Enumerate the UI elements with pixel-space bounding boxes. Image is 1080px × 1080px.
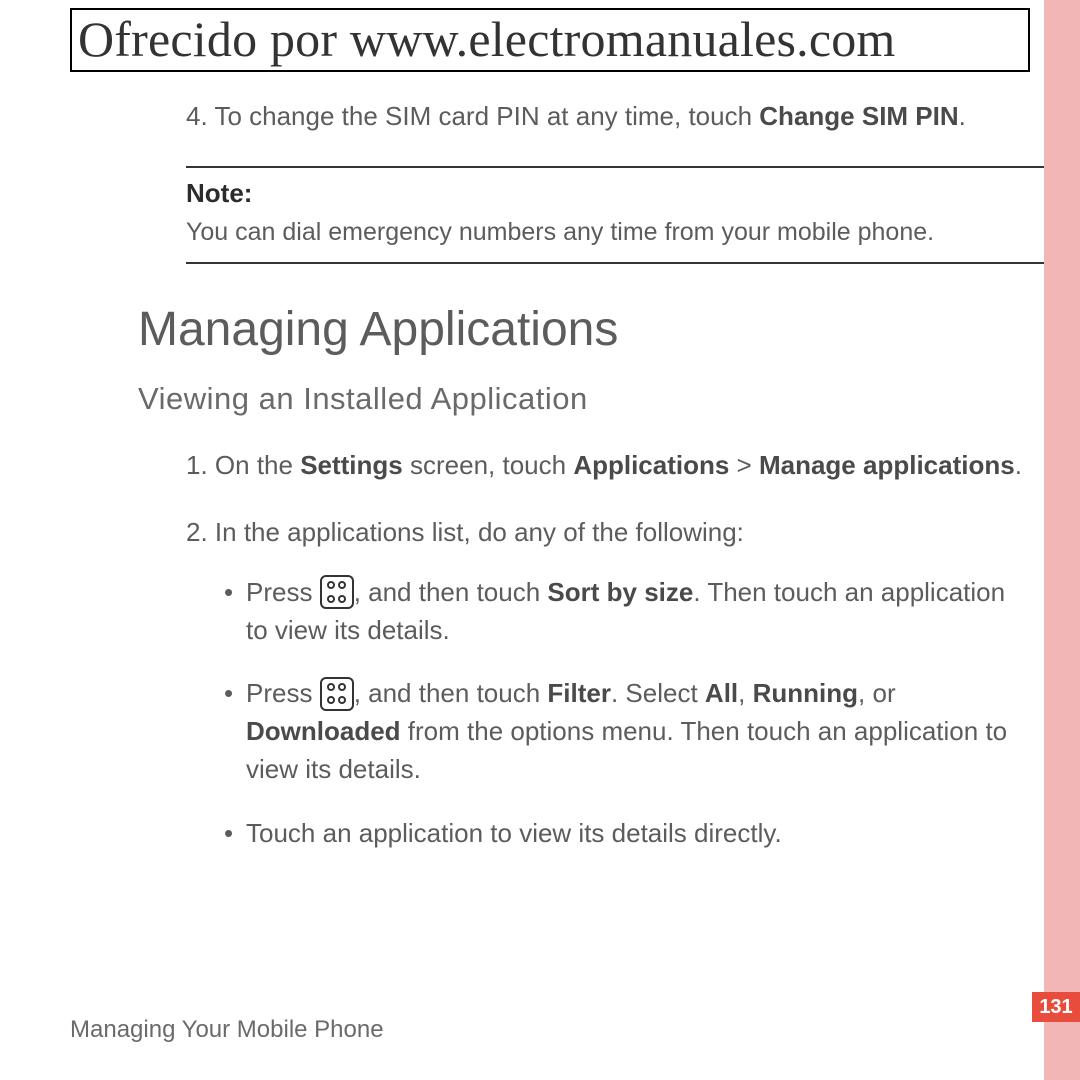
text: . bbox=[959, 101, 966, 131]
step-1: 1. On the Settings screen, touch Applica… bbox=[186, 447, 1026, 485]
text: To change the SIM card PIN at any time, … bbox=[208, 101, 760, 131]
list-item: Press , and then touch Filter. Select Al… bbox=[224, 675, 1026, 788]
text: Touch an application to view its details… bbox=[246, 818, 782, 848]
watermark-banner: Ofrecido por www.electromanuales.com bbox=[70, 8, 1030, 72]
text: screen, touch bbox=[403, 450, 574, 480]
step-2: 2. In the applications list, do any of t… bbox=[186, 514, 1026, 852]
note-box: Note: You can dial emergency numbers any… bbox=[186, 166, 1046, 264]
step-num: 2. bbox=[186, 517, 208, 547]
menu-icon bbox=[320, 677, 354, 711]
note-label: Note: bbox=[186, 178, 1046, 209]
text: On the bbox=[208, 450, 301, 480]
bold-text: Applications bbox=[573, 450, 729, 480]
page-number-badge: 131 bbox=[1032, 992, 1080, 1022]
page-content: Ofrecido por www.electromanuales.com 4. … bbox=[0, 0, 1000, 852]
footer-section-title: Managing Your Mobile Phone bbox=[70, 1016, 384, 1044]
bold-text: All bbox=[705, 678, 738, 708]
menu-icon bbox=[320, 575, 354, 609]
text: Press bbox=[246, 577, 320, 607]
list-item: Touch an application to view its details… bbox=[224, 815, 1026, 853]
side-stripe bbox=[1044, 0, 1080, 1080]
heading-viewing-installed-application: Viewing an Installed Application bbox=[138, 381, 940, 417]
note-text: You can dial emergency numbers any time … bbox=[186, 215, 1046, 250]
bullet-list: Press , and then touch Sort by size. The… bbox=[224, 574, 1026, 852]
step-4: 4. To change the SIM card PIN at any tim… bbox=[186, 98, 996, 136]
step-num: 4. bbox=[186, 101, 208, 131]
text: . Select bbox=[611, 678, 705, 708]
text: , bbox=[738, 678, 752, 708]
step-num: 1. bbox=[186, 450, 208, 480]
text: , or bbox=[858, 678, 896, 708]
bold-text: Filter bbox=[547, 678, 611, 708]
text: , and then touch bbox=[354, 678, 548, 708]
text: > bbox=[729, 450, 759, 480]
text: Press bbox=[246, 678, 320, 708]
list-item: Press , and then touch Sort by size. The… bbox=[224, 574, 1026, 649]
heading-managing-applications: Managing Applications bbox=[138, 302, 940, 357]
text: In the applications list, do any of the … bbox=[208, 517, 744, 547]
bold-text: Downloaded bbox=[246, 716, 401, 746]
bold-text: Settings bbox=[300, 450, 403, 480]
ordered-steps: 1. On the Settings screen, touch Applica… bbox=[186, 447, 1026, 853]
text: . bbox=[1015, 450, 1022, 480]
bold-text: Change SIM PIN bbox=[759, 101, 958, 131]
text: , and then touch bbox=[354, 577, 548, 607]
bold-text: Running bbox=[753, 678, 858, 708]
bold-text: Sort by size bbox=[547, 577, 693, 607]
bold-text: Manage applications bbox=[759, 450, 1015, 480]
